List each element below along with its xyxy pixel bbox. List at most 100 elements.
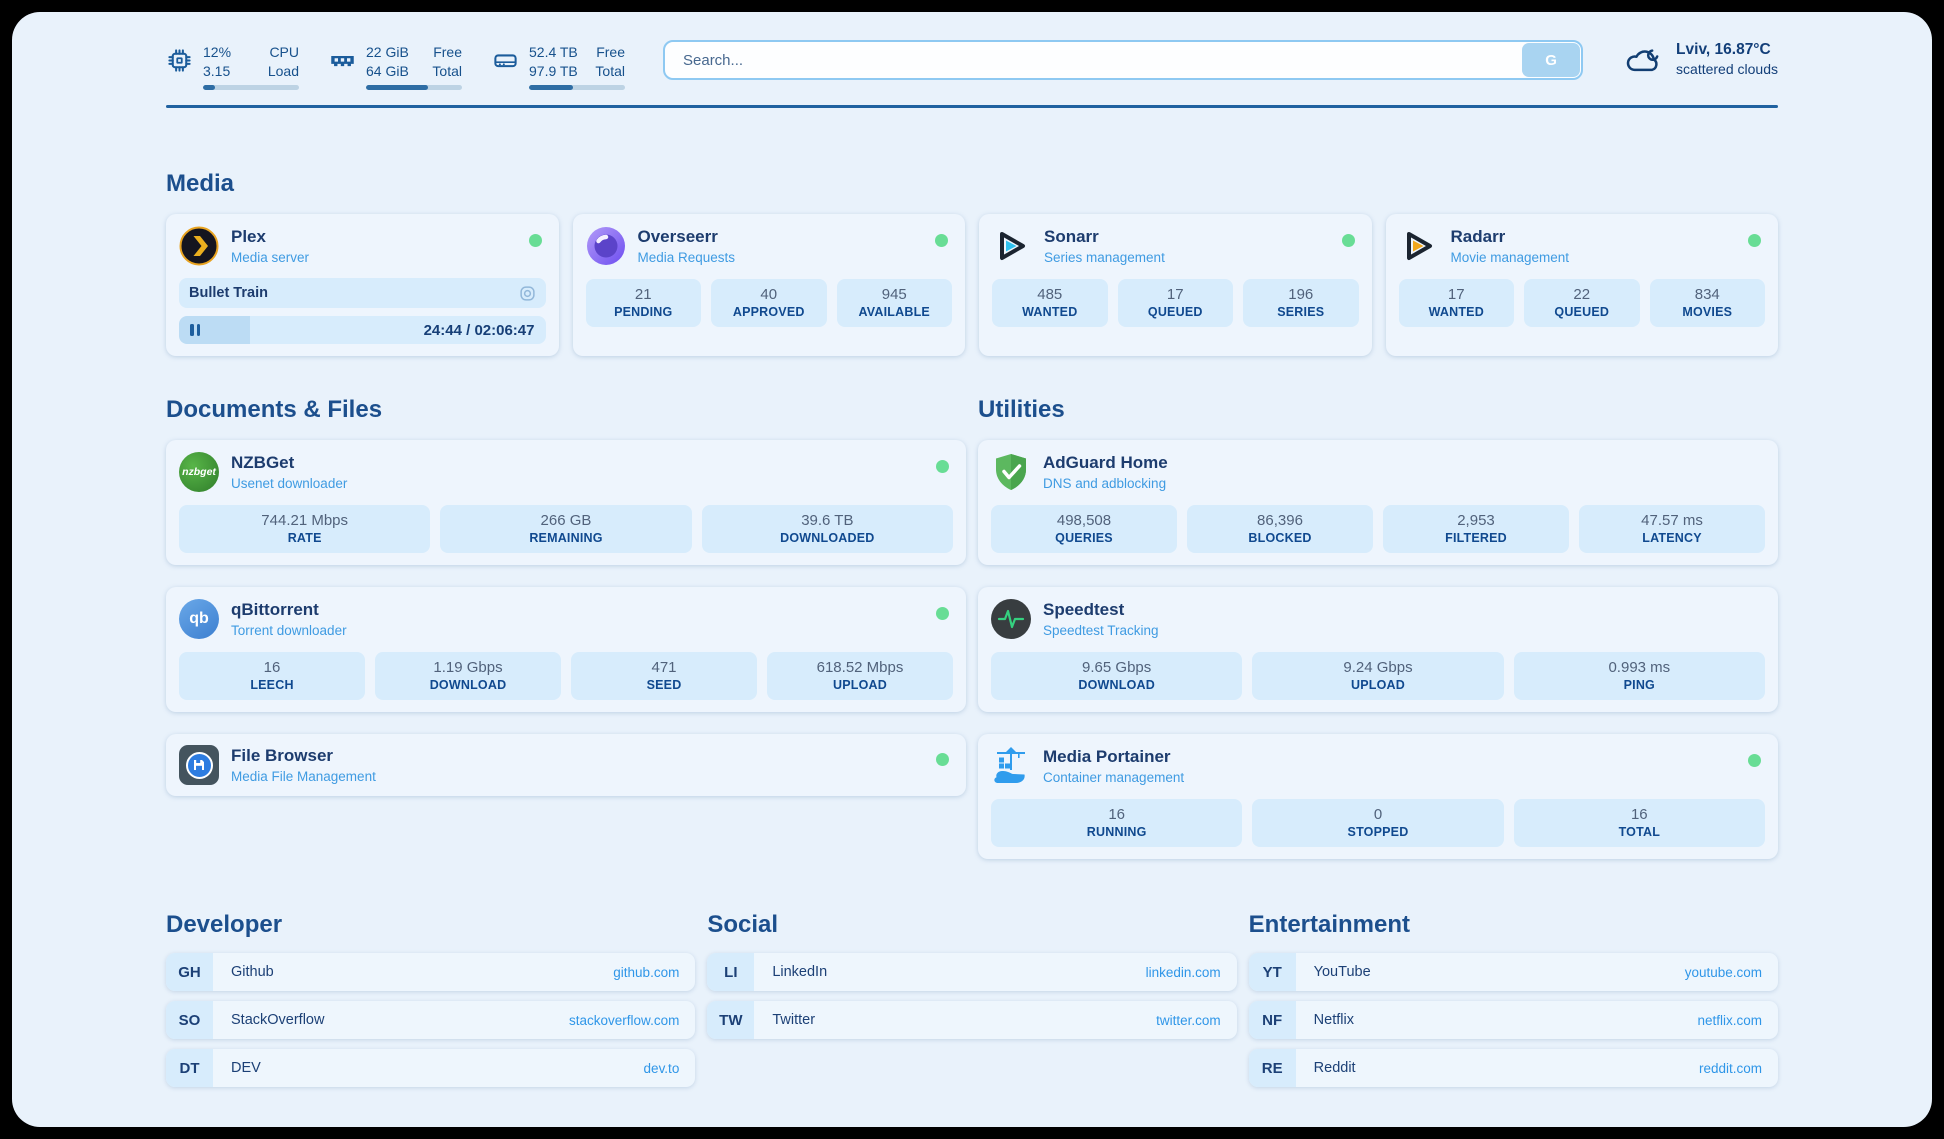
link-dev-to[interactable]: DT DEV dev.to [166,1049,695,1087]
social-section: Social LI LinkedIn linkedin.com TW Twitt… [707,911,1236,1039]
link-badge: TW [707,1001,754,1039]
stat-value: 744.21 Mbps [185,512,424,529]
cpu-load-label: Load [268,63,299,81]
stat-stopped: 0 STOPPED [1252,799,1503,847]
link-github[interactable]: GH Github github.com [166,953,695,991]
app-name: Plex [231,226,309,247]
stat-value: 485 [998,286,1102,303]
stat-value: 17 [1405,286,1509,303]
stat-remaining: 266 GB REMAINING [440,505,691,553]
link-youtube[interactable]: YT YouTube youtube.com [1249,953,1778,991]
hardware-stats: 12% CPU 3.15 Load 22 G [166,40,625,90]
utilities-section: Utilities AdGuard Home DNS and adblockin… [978,396,1778,859]
stat-label: REMAINING [446,531,685,545]
stat-label: APPROVED [717,305,821,319]
link-linkedin[interactable]: LI LinkedIn linkedin.com [707,953,1236,991]
stat-label: PENDING [592,305,696,319]
stat-blocked: 86,396 BLOCKED [1187,505,1373,553]
stat-label: STOPPED [1258,825,1497,839]
link-url: youtube.com [1685,965,1762,980]
link-badge: SO [166,1001,213,1039]
stat-label: RUNNING [997,825,1236,839]
stat-label: QUERIES [997,531,1171,545]
app-description: Media File Management [231,769,376,784]
stat-wanted: 17 WANTED [1399,279,1515,327]
radarr-icon [1399,226,1439,266]
stat-label: WANTED [998,305,1102,319]
stat-ping: 0.993 ms PING [1514,652,1765,700]
stat-value: 266 GB [446,512,685,529]
qbittorrent-logo-text: qb [189,610,209,628]
entertainment-section: Entertainment YT YouTube youtube.com NF … [1249,911,1778,1087]
stat-label: SEED [577,678,751,692]
overseerr-icon [586,226,626,266]
documents-heading: Documents & Files [166,396,966,424]
overseerr-card[interactable]: Overseerr Media Requests 21 PENDING 40 A… [573,214,966,356]
filebrowser-card[interactable]: File Browser Media File Management [166,734,966,796]
cpu-progress-fill [203,85,215,90]
adguard-card[interactable]: AdGuard Home DNS and adblocking 498,508 … [978,440,1778,565]
status-online-dot [936,460,949,473]
nzbget-icon: nzbget [179,452,219,492]
stat-label: FILTERED [1389,531,1563,545]
app-description: Usenet downloader [231,476,347,491]
stat-label: LATENCY [1585,531,1759,545]
qbittorrent-card[interactable]: qb qBittorrent Torrent downloader 16 LEE… [166,587,966,712]
cpu-usage-label: CPU [268,44,299,62]
header-divider [166,105,1778,108]
weather-condition: scattered clouds [1676,61,1778,77]
stat-rate: 744.21 Mbps RATE [179,505,430,553]
plex-card[interactable]: Plex Media server Bullet Train 24:44 / 0 [166,214,559,356]
stat-value: 498,508 [997,512,1171,529]
stat-value: 16 [185,659,359,676]
sonarr-card[interactable]: Sonarr Series management 485 WANTED 17 Q… [979,214,1372,356]
social-heading: Social [707,911,1236,939]
stat-total: 16 TOTAL [1514,799,1765,847]
stat-value: 16 [997,806,1236,823]
link-stackoverflow[interactable]: SO StackOverflow stackoverflow.com [166,1001,695,1039]
app-description: Movie management [1451,250,1570,265]
stat-label: AVAILABLE [843,305,947,319]
link-badge: RE [1249,1049,1296,1087]
nzbget-card[interactable]: nzbget NZBGet Usenet downloader 744.21 M… [166,440,966,565]
app-description: DNS and adblocking [1043,476,1168,491]
portainer-card[interactable]: Media Portainer Container management 16 … [978,734,1778,859]
stat-value: 21 [592,286,696,303]
stat-label: QUEUED [1530,305,1634,319]
link-reddit[interactable]: RE Reddit reddit.com [1249,1049,1778,1087]
status-online-dot [936,607,949,620]
media-heading: Media [166,170,1778,198]
ram-icon [329,47,356,74]
link-twitter[interactable]: TW Twitter twitter.com [707,1001,1236,1039]
app-name: NZBGet [231,452,347,473]
status-online-dot [936,753,949,766]
stat-value: 40 [717,286,821,303]
ram-total-label: Total [432,63,462,81]
stat-label: BLOCKED [1193,531,1367,545]
link-netflix[interactable]: NF Netflix netflix.com [1249,1001,1778,1039]
app-description: Media server [231,250,309,265]
search-engine-button[interactable]: G [1522,43,1580,77]
disk-progress-fill [529,85,573,90]
adguard-icon [991,452,1031,492]
link-badge: DT [166,1049,213,1087]
stat-label: SERIES [1249,305,1353,319]
link-name: StackOverflow [231,1012,324,1028]
stat-label: DOWNLOAD [997,678,1236,692]
status-online-dot [529,234,542,247]
pause-icon [190,324,200,336]
stat-value: 9.24 Gbps [1258,659,1497,676]
disk-stat: 52.4 TB Free 97.9 TB Total [492,44,625,90]
portainer-icon [991,746,1031,786]
stat-label: DOWNLOADED [708,531,947,545]
app-name: Overseerr [638,226,736,247]
radarr-card[interactable]: Radarr Movie management 17 WANTED 22 QUE… [1386,214,1779,356]
header: 12% CPU 3.15 Load 22 G [166,40,1778,90]
stat-label: MOVIES [1656,305,1760,319]
playback-progress-bar: 24:44 / 02:06:47 [179,316,546,344]
cpu-stat: 12% CPU 3.15 Load [166,44,299,90]
link-name: LinkedIn [772,964,827,980]
stat-value: 1.19 Gbps [381,659,555,676]
speedtest-card[interactable]: Speedtest Speedtest Tracking 9.65 Gbps D… [978,587,1778,712]
search-input[interactable] [663,40,1583,80]
